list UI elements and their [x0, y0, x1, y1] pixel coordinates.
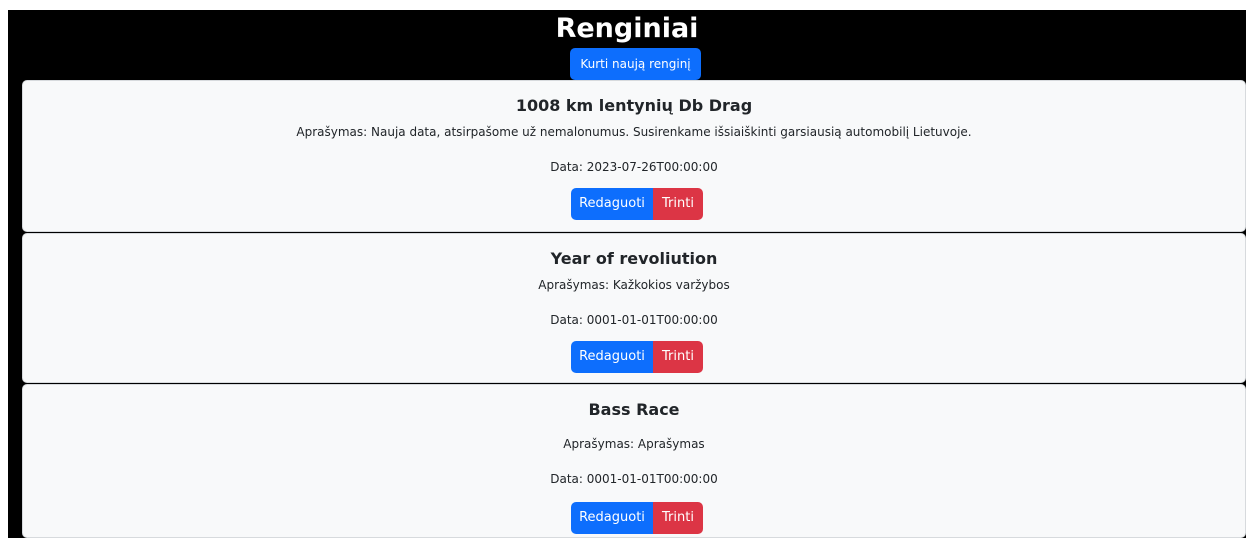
delete-event-button[interactable]: Trinti: [653, 188, 703, 220]
event-card: Year of revoliution Aprašymas: Kažkokios…: [22, 233, 1246, 383]
event-actions: Redaguoti Trinti: [571, 502, 703, 534]
events-page: Renginiai Kurti naują renginį 1008 km le…: [8, 10, 1246, 538]
page-title: Renginiai: [555, 13, 699, 44]
event-title: Bass Race: [588, 400, 680, 419]
delete-event-button[interactable]: Trinti: [653, 502, 703, 534]
event-date: Data: 0001-01-01T00:00:00: [550, 472, 718, 486]
event-actions: Redaguoti Trinti: [571, 341, 703, 373]
event-title: Year of revoliution: [550, 249, 718, 268]
event-date: Data: 2023-07-26T00:00:00: [550, 160, 718, 174]
event-actions: Redaguoti Trinti: [571, 188, 703, 220]
event-card: Bass Race Aprašymas: Aprašymas Data: 000…: [22, 384, 1246, 538]
delete-event-button[interactable]: Trinti: [653, 341, 703, 373]
page-header: Renginiai Kurti naują renginį: [8, 10, 1246, 80]
event-description: Aprašymas: Kažkokios varžybos: [538, 278, 730, 292]
create-event-button[interactable]: Kurti naują renginį: [570, 48, 701, 80]
edit-event-button[interactable]: Redaguoti: [571, 188, 653, 220]
edit-event-button[interactable]: Redaguoti: [571, 502, 653, 534]
event-title: 1008 km lentynių Db Drag: [515, 96, 753, 115]
event-date: Data: 0001-01-01T00:00:00: [550, 313, 718, 327]
edit-event-button[interactable]: Redaguoti: [571, 341, 653, 373]
event-card: 1008 km lentynių Db Drag Aprašymas: Nauj…: [22, 80, 1246, 232]
event-description: Aprašymas: Nauja data, atsirpašome už ne…: [296, 125, 972, 139]
event-description: Aprašymas: Aprašymas: [563, 437, 705, 451]
